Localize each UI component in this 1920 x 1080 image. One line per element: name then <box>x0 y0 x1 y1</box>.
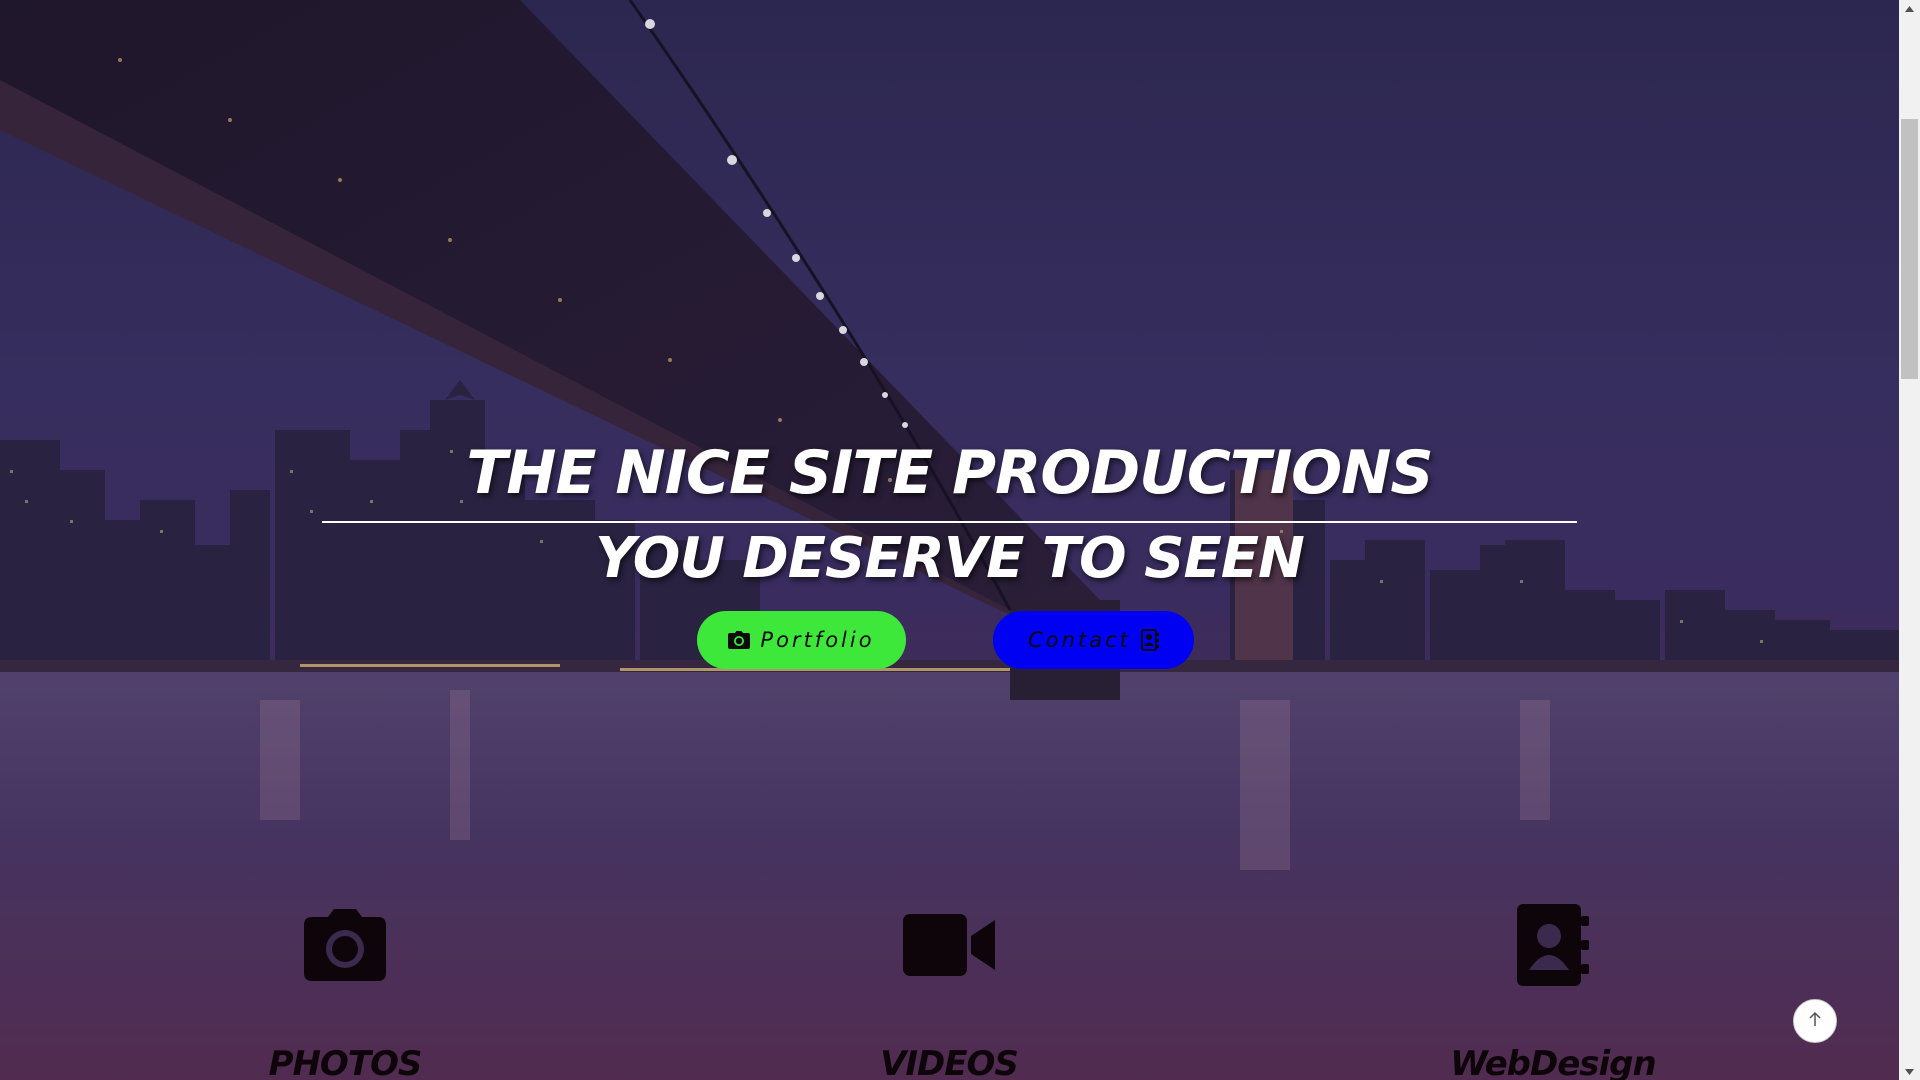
feature-photos: PHOTOS <box>195 900 495 1080</box>
portfolio-button-label: Portfolio <box>760 628 875 652</box>
hero-divider <box>322 521 1577 523</box>
feature-videos-label: VIDEOS <box>880 1044 1019 1080</box>
scrollbar-thumb[interactable] <box>1901 119 1918 379</box>
camera-icon <box>195 900 495 990</box>
feature-webdesign-label: WebDesign <box>1450 1044 1656 1080</box>
contact-book-icon <box>1140 629 1159 651</box>
hero-title: THE NICE SITE PRODUCTIONS <box>466 438 1433 508</box>
feature-webdesign: WebDesign <box>1403 900 1703 1080</box>
scroll-down-arrow-icon[interactable] <box>1899 1063 1920 1080</box>
page: THE NICE SITE PRODUCTIONS YOU DESERVE TO… <box>0 0 1920 1080</box>
hero-subtitle: YOU DESERVE TO SEEN <box>595 526 1305 591</box>
feature-videos: VIDEOS <box>799 900 1099 1080</box>
camera-icon <box>728 631 751 649</box>
contact-button-label: Contact <box>1028 628 1131 652</box>
contact-book-icon <box>1403 900 1703 990</box>
back-to-top-button[interactable] <box>1793 999 1837 1043</box>
feature-photos-label: PHOTOS <box>268 1044 423 1080</box>
arrow-up-icon <box>1808 1011 1822 1031</box>
video-camera-icon <box>799 900 1099 990</box>
scroll-up-arrow-icon[interactable] <box>1899 0 1920 17</box>
vertical-scrollbar[interactable] <box>1899 0 1920 1080</box>
contact-button[interactable]: Contact <box>993 611 1194 669</box>
portfolio-button[interactable]: Portfolio <box>697 611 906 669</box>
